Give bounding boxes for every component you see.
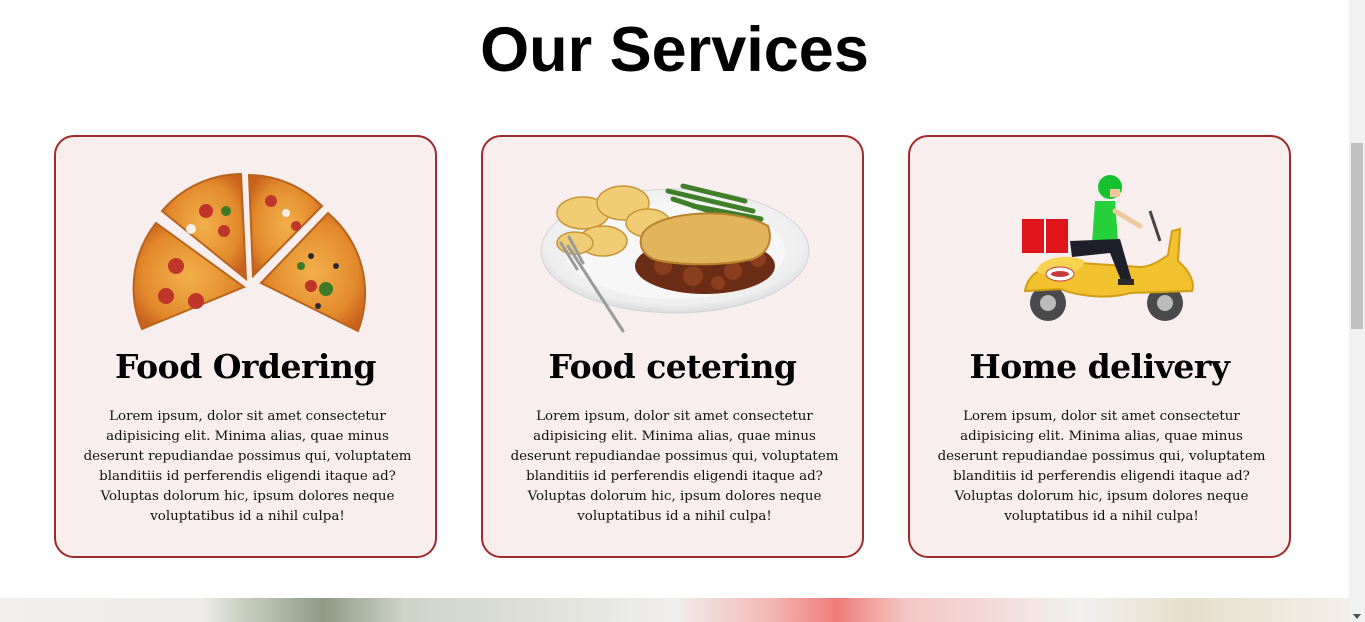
service-card-food-catering: Food cetering Lorem ipsum, dolor sit ame… bbox=[481, 135, 864, 558]
card-title: Home delivery bbox=[969, 347, 1230, 386]
vertical-scrollbar[interactable] bbox=[1349, 0, 1365, 622]
scroll-down-arrow-icon[interactable] bbox=[1353, 614, 1361, 619]
delivery-scooter-image bbox=[910, 171, 1289, 333]
service-card-food-ordering: Food Ordering Lorem ipsum, dolor sit ame… bbox=[54, 135, 437, 558]
page: Our Services Food Ordering Lorem ipsum, … bbox=[0, 0, 1349, 622]
pizza-slices-image bbox=[56, 171, 435, 333]
section-title: Our Services bbox=[480, 15, 869, 85]
service-card-home-delivery: Home delivery Lorem ipsum, dolor sit ame… bbox=[908, 135, 1291, 558]
scrollbar-thumb[interactable] bbox=[1351, 143, 1363, 329]
card-title: Food Ordering bbox=[115, 347, 376, 386]
card-description: Lorem ipsum, dolor sit amet consectetur … bbox=[83, 409, 412, 524]
card-description: Lorem ipsum, dolor sit amet consectetur … bbox=[937, 409, 1266, 524]
card-description: Lorem ipsum, dolor sit amet consectetur … bbox=[510, 409, 839, 524]
plated-meal-image bbox=[483, 171, 862, 333]
card-title: Food cetering bbox=[548, 347, 797, 386]
next-section-background-image bbox=[0, 598, 1349, 622]
